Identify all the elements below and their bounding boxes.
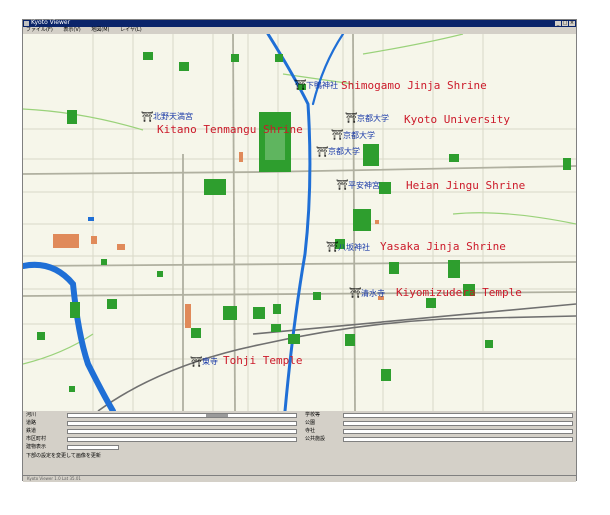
- layer-name: 道路: [26, 420, 37, 426]
- status-text: Kyoto Viewer 1.0 Lat 35.01: [27, 476, 81, 481]
- landmark-label-ja: 平安神宮: [348, 180, 380, 190]
- landmark-label-ja: 京都大学: [357, 113, 389, 123]
- landmark-label-ja: 京都大学: [328, 146, 360, 156]
- menu-layer[interactable]: レイヤ(L): [120, 27, 142, 33]
- layer-slider[interactable]: [343, 429, 573, 434]
- landmark-label-en: Shimogamo Jinja Shrine: [341, 79, 487, 92]
- window-title: Kyoto Viewer: [31, 19, 71, 26]
- layer-name: 公園: [305, 420, 316, 426]
- layer-slider[interactable]: [67, 413, 297, 418]
- layer-name: 学校等: [305, 412, 321, 418]
- layer-name: 公共施設: [305, 436, 326, 442]
- landmark-label-ja: 京都大学: [343, 130, 375, 140]
- landmark-label-ja: 八坂神社: [338, 242, 370, 252]
- layer-name: 建物表示: [26, 444, 47, 450]
- layer-name: 鉄道: [26, 428, 37, 434]
- layer-slider-thumb[interactable]: [206, 414, 228, 417]
- close-button[interactable]: ×: [569, 21, 575, 26]
- shrine-marker-icon: ⛩: [326, 241, 339, 253]
- layer-slider[interactable]: [67, 429, 297, 434]
- layer-panel: 河川 学校等 道路 公園 鉄道 寺社 市区町村 公共施設 建物表示 下部の設定を…: [23, 411, 576, 475]
- maximize-button[interactable]: □: [562, 21, 568, 26]
- layer-slider[interactable]: [343, 413, 573, 418]
- school-marker-icon: ⛩: [345, 112, 358, 124]
- landmark-label-en: Tohji Temple: [223, 354, 302, 367]
- landmark-label-ja: 北野天満宮: [153, 111, 193, 121]
- layer-row: 道路 公園: [23, 420, 576, 427]
- map-canvas[interactable]: ⛩ ⛩ ⛩ ⛩ ⛩ ⛩ ⛩ ⛩ ⛩ 下鴨神社 Shimogamo Jinja S…: [23, 34, 576, 411]
- menu-map[interactable]: 地図(M): [91, 27, 109, 33]
- layer-name: 市区町村: [26, 436, 47, 442]
- layer-row: 市区町村 公共施設: [23, 436, 576, 443]
- landmark-label-en: Heian Jingu Shrine: [406, 179, 525, 192]
- layer-slider[interactable]: [343, 437, 573, 442]
- layer-name: 河川: [26, 412, 37, 418]
- landmark-label-en: Kyoto University: [404, 113, 510, 126]
- temple-marker-icon: ⛩: [349, 287, 362, 299]
- shrine-marker-icon: ⛩: [336, 179, 349, 191]
- title-bar: Kyoto Viewer _ □ ×: [23, 19, 576, 27]
- shrine-marker-icon: ⛩: [141, 111, 154, 123]
- menu-view[interactable]: 表示(V): [63, 27, 80, 33]
- layer-slider[interactable]: [67, 437, 297, 442]
- menu-file[interactable]: ファイル(F): [26, 27, 53, 33]
- landmark-label-en: Kitano Tenmangu Shrine: [157, 123, 303, 136]
- minimize-button[interactable]: _: [555, 21, 561, 26]
- menu-bar: ファイル(F) 表示(V) 地図(M) レイヤ(L): [23, 27, 576, 34]
- landmark-label-en: Yasaka Jinja Shrine: [380, 240, 506, 253]
- school-marker-icon: ⛩: [316, 146, 329, 158]
- layer-slider[interactable]: [343, 421, 573, 426]
- school-marker-icon: ⛩: [331, 129, 344, 141]
- panel-hint: 下部の設定を変更して画像を更新: [26, 453, 101, 459]
- layer-row: 河川 学校等: [23, 412, 576, 419]
- layer-slider[interactable]: [67, 421, 297, 426]
- landmark-label-ja: 下鴨神社: [306, 80, 338, 90]
- app-icon: [24, 21, 29, 26]
- layer-slider[interactable]: [67, 445, 119, 450]
- landmark-label-ja: 清水寺: [361, 288, 385, 298]
- shrine-marker-icon: ⛩: [294, 79, 307, 91]
- layer-row: 鉄道 寺社: [23, 428, 576, 435]
- temple-marker-icon: ⛩: [190, 356, 203, 368]
- landmark-label-ja: 東寺: [202, 356, 218, 366]
- landmark-label-en: Kiyomizudera Temple: [396, 286, 522, 299]
- app-window: Kyoto Viewer _ □ × ファイル(F) 表示(V) 地図(M) レ…: [22, 19, 577, 482]
- status-bar: Kyoto Viewer 1.0 Lat 35.01: [23, 475, 576, 482]
- layer-name: 寺社: [305, 428, 316, 434]
- layer-row: 建物表示: [23, 444, 576, 451]
